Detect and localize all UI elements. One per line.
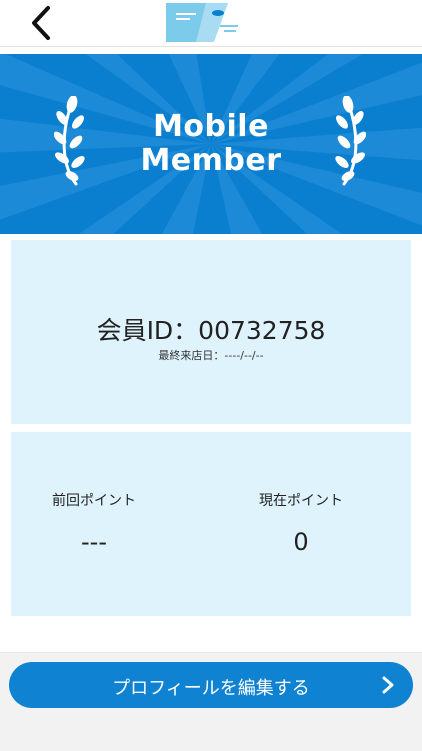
hero-title: Mobile Member <box>0 110 422 178</box>
edit-profile-label: プロフィールを編集する <box>112 678 310 699</box>
current-points-label: 現在ポイント <box>259 493 343 509</box>
chevron-right-icon <box>382 676 394 694</box>
hero-title-line1: Mobile <box>153 109 269 144</box>
current-points-value: 0 <box>293 528 309 556</box>
hero-title-line2: Member <box>140 143 282 178</box>
previous-points-label: 前回ポイント <box>52 493 136 509</box>
previous-points: 前回ポイント --- <box>19 490 219 556</box>
member-id-card: 会員ID：00732758 最終来店日：----/--/-- <box>11 240 411 424</box>
brand-logo <box>166 3 256 42</box>
back-button[interactable] <box>22 4 62 42</box>
last-visit-date: 最終来店日：----/--/-- <box>158 349 264 362</box>
hero-banner: Mobile Member <box>0 54 422 234</box>
edit-profile-button[interactable]: プロフィールを編集する <box>9 662 413 708</box>
points-card: 前回ポイント --- 現在ポイント 0 <box>11 432 411 616</box>
previous-points-value: --- <box>81 528 107 556</box>
chevron-left-icon <box>32 6 50 40</box>
current-points: 現在ポイント 0 <box>201 490 401 556</box>
top-bar <box>0 0 422 47</box>
member-id: 会員ID：00732758 <box>96 316 326 345</box>
